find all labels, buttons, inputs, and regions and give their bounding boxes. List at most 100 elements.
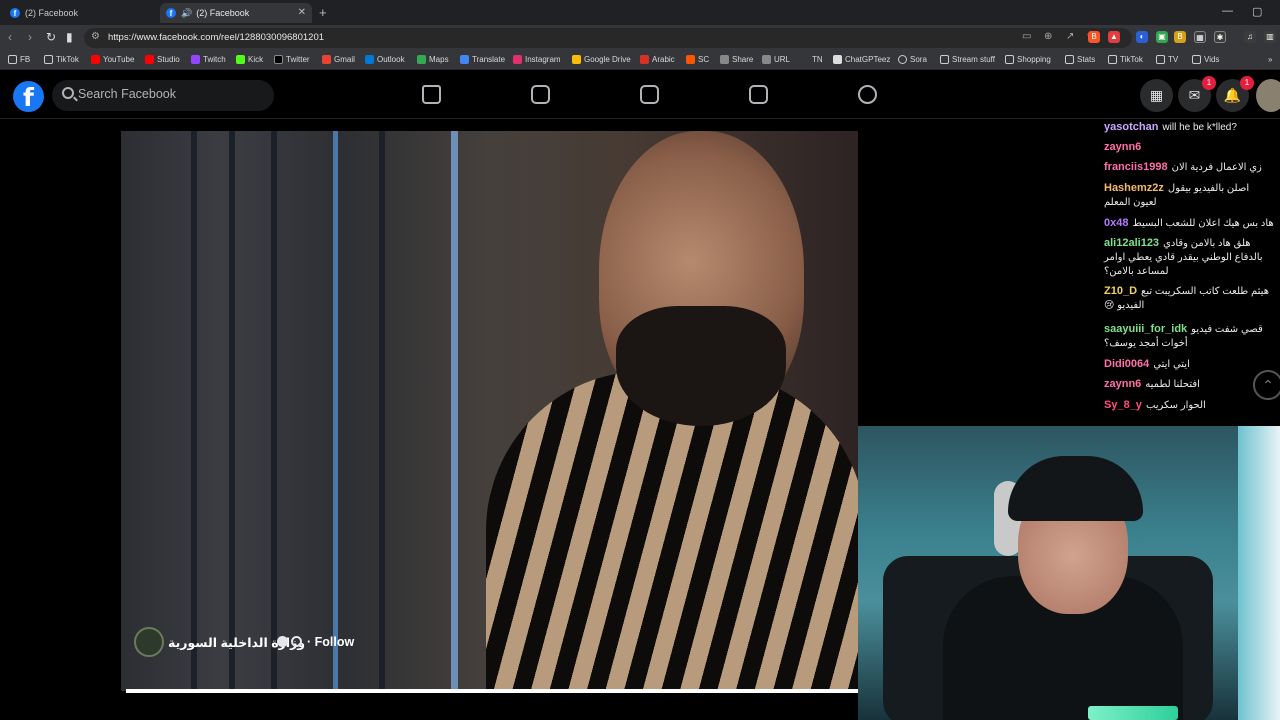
bookmark-item[interactable]: Stats	[1065, 55, 1095, 64]
chat-username[interactable]: Didi0064	[1104, 358, 1149, 370]
bookmark-item[interactable]: TikTok	[1108, 55, 1143, 64]
messenger-button[interactable]: ✉ 1	[1178, 76, 1216, 112]
chat-username[interactable]: Z10_D	[1104, 285, 1137, 297]
chat-message: 0x48 هاد بس هيك اعلان للشعب البسيط	[1104, 216, 1274, 231]
bookmark-item[interactable]: TikTok	[44, 55, 79, 64]
bookmark-item[interactable]: Google Drive	[572, 55, 631, 64]
close-tab-icon[interactable]: ✕	[298, 7, 306, 18]
facebook-logo[interactable]: f	[13, 81, 44, 112]
bookmark-item[interactable]: Kick	[236, 55, 263, 64]
rewards-icon[interactable]: ▲	[1108, 31, 1120, 43]
media-control-icon[interactable]: ♫	[1244, 31, 1256, 43]
extensions-puzzle-icon[interactable]: ✱	[1214, 31, 1226, 43]
bookmark-item[interactable]: Studio	[145, 55, 180, 64]
url-text: https://www.facebook.com/reel/1288030096…	[108, 32, 325, 43]
marketplace-chart-icon[interactable]	[640, 85, 659, 104]
minimize-window-button[interactable]: —	[1222, 5, 1233, 17]
groups-icon[interactable]	[858, 85, 877, 104]
site-info-icon[interactable]: ⚙	[91, 31, 100, 42]
reels-icon[interactable]	[531, 85, 550, 104]
search-icon	[62, 87, 74, 99]
chat-message: Hashemz2z اصلن بالفيديو بيقول لعيون المعل…	[1104, 181, 1274, 210]
chat-username[interactable]: ali12ali123	[1104, 237, 1159, 249]
search-box[interactable]	[52, 80, 274, 111]
chat-username[interactable]: zaynn6	[1104, 378, 1141, 390]
chat-username[interactable]: franciis1998	[1104, 161, 1168, 173]
sidebar-icon[interactable]: ▥	[1264, 31, 1276, 43]
chat-username[interactable]: 0x48	[1104, 217, 1128, 229]
bookmark-item[interactable]: Outlook	[365, 55, 405, 64]
reload-button[interactable]: ↻	[46, 30, 56, 44]
notifications-button[interactable]: 🔔 1	[1216, 76, 1254, 112]
follow-button[interactable]: · Follow	[307, 635, 354, 649]
address-bar[interactable]: ⚙ https://www.facebook.com/reel/12880300…	[84, 28, 1132, 48]
extension-icon[interactable]: B	[1174, 31, 1186, 43]
folder-icon	[44, 55, 53, 64]
extension-icon[interactable]: ▣	[1156, 31, 1168, 43]
bookmark-item[interactable]: Translate	[460, 55, 505, 64]
tab-title: (2) Facebook	[25, 8, 79, 18]
maximize-window-button[interactable]: ▢	[1252, 5, 1262, 18]
chat-text: will he be k*lled?	[1162, 122, 1237, 133]
browser-tab-1[interactable]: f (2) Facebook	[4, 3, 154, 23]
tab-title: (2) Facebook	[196, 8, 250, 18]
extension-icon[interactable]: ◐	[1136, 31, 1148, 43]
new-tab-button[interactable]: +	[319, 5, 327, 20]
zoom-icon[interactable]: ⊕	[1044, 31, 1052, 42]
chat-username[interactable]: saayuiii_for_idk	[1104, 323, 1187, 335]
chat-message: franciis1998 زي الاعمال فردية الان	[1104, 160, 1274, 175]
menu-grid-button[interactable]: ▦	[1140, 79, 1173, 112]
facebook-header: f ▦ ✉ 1 🔔 1	[0, 71, 1280, 119]
bookmark-item[interactable]: URL	[762, 55, 790, 64]
profile-avatar[interactable]	[1256, 79, 1280, 112]
home-icon[interactable]	[422, 85, 441, 104]
bookmark-item[interactable]: Shopping	[1005, 55, 1051, 64]
youtube-studio-icon	[145, 55, 154, 64]
google-drive-icon	[572, 55, 581, 64]
bookmark-item[interactable]: YouTube	[91, 55, 134, 64]
brave-shield-icon[interactable]: B	[1088, 31, 1100, 43]
browser-tab-2[interactable]: f 🔊 (2) Facebook ✕	[160, 3, 312, 23]
bookmark-icon[interactable]: ▮	[66, 30, 73, 44]
bookmark-item[interactable]: Instagram	[513, 55, 561, 64]
search-input[interactable]	[78, 87, 268, 101]
store-icon[interactable]	[749, 85, 768, 104]
video-progress-bar[interactable]	[126, 689, 858, 693]
folder-icon	[1156, 55, 1165, 64]
facebook-favicon-icon: f	[166, 8, 176, 18]
bookmark-item[interactable]: FB	[8, 55, 30, 64]
scroll-up-button[interactable]: ⌃	[1253, 370, 1280, 400]
folder-icon	[1065, 55, 1074, 64]
bookmark-item[interactable]: Sora	[898, 55, 927, 64]
chat-message: yasotchan will he be k*lled?	[1104, 120, 1274, 135]
bookmark-item[interactable]: Arabic	[640, 55, 675, 64]
more-bookmarks-icon[interactable]: »	[1268, 55, 1272, 64]
bookmark-item[interactable]: TN	[812, 55, 823, 64]
share-icon[interactable]: ↗	[1066, 31, 1074, 42]
x-icon	[274, 55, 283, 64]
chat-username[interactable]: Hashemz2z	[1104, 182, 1164, 194]
bookmark-item[interactable]: SC	[686, 55, 709, 64]
extension-icon[interactable]: ▦	[1194, 31, 1206, 43]
forward-button[interactable]: ›	[28, 30, 32, 44]
bookmark-item[interactable]: Vids	[1192, 55, 1219, 64]
chat-message: zaynn6	[1104, 140, 1274, 155]
bookmark-item[interactable]: Twitter	[274, 55, 310, 64]
back-button[interactable]: ‹	[8, 30, 12, 44]
cast-icon[interactable]: ▭	[1022, 31, 1031, 42]
arabic-icon	[640, 55, 649, 64]
chat-username[interactable]: yasotchan	[1104, 121, 1158, 133]
reel-video[interactable]: وزارة الداخلية السورية · Follow	[121, 131, 858, 691]
bookmark-item[interactable]: ChatGPTeez	[833, 55, 890, 64]
bookmark-item[interactable]: Maps	[417, 55, 449, 64]
bookmark-item[interactable]: TV	[1156, 55, 1178, 64]
chat-username[interactable]: Sy_8_y	[1104, 399, 1142, 411]
page-avatar[interactable]	[134, 627, 164, 657]
bookmark-item[interactable]: Gmail	[322, 55, 355, 64]
chatgpt-icon	[833, 55, 842, 64]
bookmark-item[interactable]: Share	[720, 55, 753, 64]
bookmark-item[interactable]: Twitch	[191, 55, 226, 64]
bookmark-item[interactable]: Stream stuff	[940, 55, 995, 64]
chat-text: هاد بس هيك اعلان للشعب البسيط	[1132, 218, 1274, 229]
chat-username[interactable]: zaynn6	[1104, 141, 1141, 153]
